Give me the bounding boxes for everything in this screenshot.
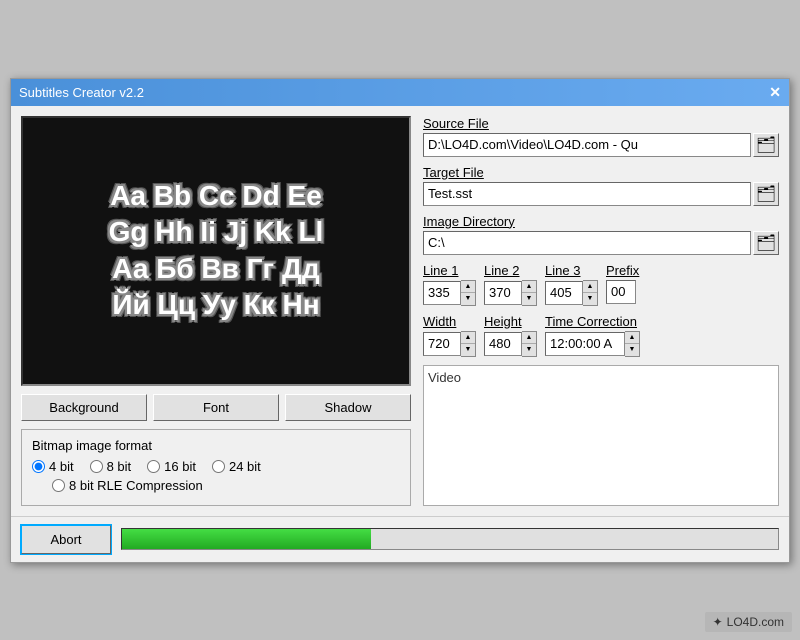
width-up-button[interactable]: ▲ [461, 332, 475, 344]
width-label: Width [423, 314, 476, 329]
target-file-group: Target File 🗂 [423, 165, 779, 206]
watermark-icon: ✦ [713, 615, 723, 629]
line-spinners-row: Line 1 ▲ ▼ Line 2 ▲ [423, 263, 779, 306]
time-correction-spinner-btns: ▲ ▼ [625, 331, 640, 357]
height-spinner: ▲ ▼ [484, 331, 537, 357]
preview-text: Aa Bb Cc Dd EeGg Hh Ii Jj Kk LlАа Бб Вв … [101, 170, 332, 332]
line3-down-button[interactable]: ▼ [583, 293, 597, 305]
line3-up-button[interactable]: ▲ [583, 281, 597, 293]
watermark-text: LO4D.com [727, 615, 784, 629]
source-file-input-row: 🗂 [423, 133, 779, 157]
shadow-button[interactable]: Shadow [285, 394, 411, 421]
height-group: Height ▲ ▼ [484, 314, 537, 357]
radio-16bit[interactable]: 16 bit [147, 459, 196, 474]
width-group: Width ▲ ▼ [423, 314, 476, 357]
line1-down-button[interactable]: ▼ [461, 293, 475, 305]
line3-group: Line 3 ▲ ▼ [545, 263, 598, 306]
background-button[interactable]: Background [21, 394, 147, 421]
bottom-bar: Abort [11, 516, 789, 562]
width-spinner: ▲ ▼ [423, 331, 476, 357]
video-label: Video [428, 370, 461, 385]
video-box: Video [423, 365, 779, 506]
line1-spinner: ▲ ▼ [423, 280, 476, 306]
image-directory-input[interactable] [423, 231, 751, 255]
line2-up-button[interactable]: ▲ [522, 281, 536, 293]
image-directory-browse-button[interactable]: 🗂 [753, 231, 779, 255]
time-correction-input[interactable] [545, 332, 625, 356]
height-input[interactable] [484, 332, 522, 356]
abort-button[interactable]: Abort [21, 525, 111, 554]
line1-up-button[interactable]: ▲ [461, 281, 475, 293]
line2-group: Line 2 ▲ ▼ [484, 263, 537, 306]
bitmap-label: Bitmap image format [32, 438, 400, 453]
prefix-group: Prefix [606, 263, 639, 304]
height-up-button[interactable]: ▲ [522, 332, 536, 344]
time-correction-label: Time Correction [545, 314, 640, 329]
width-input[interactable] [423, 332, 461, 356]
preview-area: Aa Bb Cc Dd EeGg Hh Ii Jj Kk LlАа Бб Вв … [21, 116, 411, 386]
line3-input[interactable] [545, 281, 583, 305]
left-panel: Aa Bb Cc Dd EeGg Hh Ii Jj Kk LlАа Бб Вв … [21, 116, 411, 506]
line3-label: Line 3 [545, 263, 598, 278]
line1-label: Line 1 [423, 263, 476, 278]
style-buttons-row: Background Font Shadow [21, 394, 411, 421]
image-directory-label: Image Directory [423, 214, 779, 229]
prefix-input[interactable] [606, 280, 636, 304]
window-title: Subtitles Creator v2.2 [19, 85, 144, 100]
line3-spinner-btns: ▲ ▼ [583, 280, 598, 306]
target-file-browse-button[interactable]: 🗂 [753, 182, 779, 206]
radio-rle[interactable]: 8 bit RLE Compression [52, 478, 203, 493]
source-file-browse-button[interactable]: 🗂 [753, 133, 779, 157]
bit-options-row: 4 bit 8 bit 16 bit 24 bit [32, 459, 400, 474]
main-window: Subtitles Creator v2.2 ✕ Aa Bb Cc Dd EeG… [10, 78, 790, 563]
line1-group: Line 1 ▲ ▼ [423, 263, 476, 306]
title-bar: Subtitles Creator v2.2 ✕ [11, 79, 789, 106]
font-button[interactable]: Font [153, 394, 279, 421]
target-file-input[interactable] [423, 182, 751, 206]
dimensions-row: Width ▲ ▼ Height ▲ [423, 314, 779, 357]
height-spinner-btns: ▲ ▼ [522, 331, 537, 357]
right-panel: Source File 🗂 Target File 🗂 Image Direct… [423, 116, 779, 506]
progress-bar [121, 528, 779, 550]
height-down-button[interactable]: ▼ [522, 344, 536, 356]
source-file-input[interactable] [423, 133, 751, 157]
time-correction-down-button[interactable]: ▼ [625, 344, 639, 356]
line3-spinner: ▲ ▼ [545, 280, 598, 306]
line2-input[interactable] [484, 281, 522, 305]
target-file-label: Target File [423, 165, 779, 180]
line2-spinner-btns: ▲ ▼ [522, 280, 537, 306]
window-content: Aa Bb Cc Dd EeGg Hh Ii Jj Kk LlАа Бб Вв … [11, 106, 789, 516]
width-spinner-btns: ▲ ▼ [461, 331, 476, 357]
bitmap-group: Bitmap image format 4 bit 8 bit 16 bit 2… [21, 429, 411, 506]
time-correction-group: Time Correction ▲ ▼ [545, 314, 640, 357]
image-directory-group: Image Directory 🗂 [423, 214, 779, 255]
radio-24bit[interactable]: 24 bit [212, 459, 261, 474]
line2-label: Line 2 [484, 263, 537, 278]
rle-row: 8 bit RLE Compression [32, 478, 400, 493]
watermark: ✦ LO4D.com [705, 612, 792, 632]
line2-down-button[interactable]: ▼ [522, 293, 536, 305]
image-directory-input-row: 🗂 [423, 231, 779, 255]
progress-bar-fill [122, 529, 371, 549]
source-file-group: Source File 🗂 [423, 116, 779, 157]
width-down-button[interactable]: ▼ [461, 344, 475, 356]
close-button[interactable]: ✕ [769, 85, 781, 99]
radio-8bit[interactable]: 8 bit [90, 459, 132, 474]
time-correction-spinner: ▲ ▼ [545, 331, 640, 357]
line1-spinner-btns: ▲ ▼ [461, 280, 476, 306]
prefix-label: Prefix [606, 263, 639, 278]
time-correction-up-button[interactable]: ▲ [625, 332, 639, 344]
prefix-spinner [606, 280, 639, 304]
source-file-label: Source File [423, 116, 779, 131]
radio-4bit[interactable]: 4 bit [32, 459, 74, 474]
line2-spinner: ▲ ▼ [484, 280, 537, 306]
target-file-input-row: 🗂 [423, 182, 779, 206]
height-label: Height [484, 314, 537, 329]
line1-input[interactable] [423, 281, 461, 305]
